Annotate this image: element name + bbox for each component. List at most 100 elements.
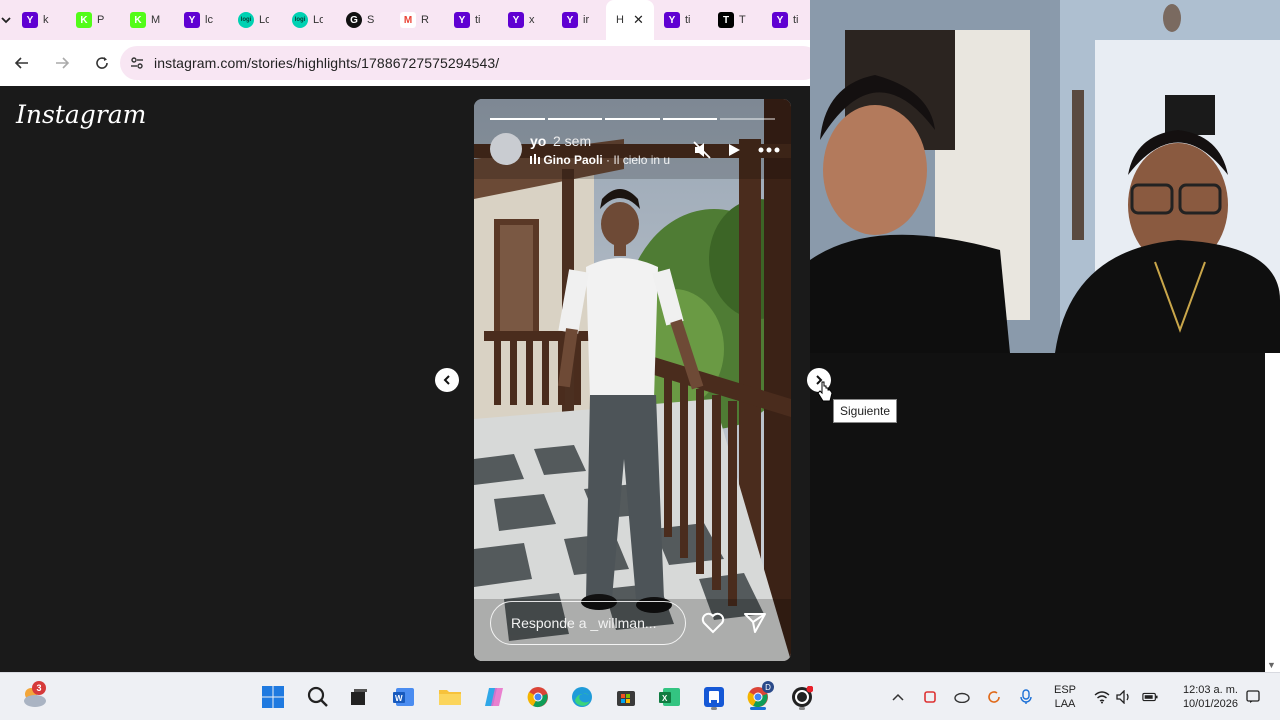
chevron-left-icon — [443, 375, 450, 385]
wifi-tray[interactable] — [1094, 689, 1110, 705]
onedrive-tray[interactable] — [954, 689, 970, 705]
store-app[interactable] — [612, 683, 640, 711]
story-viewer[interactable]: yo 2 sem Gino Paoli · Il cielo in u — [474, 99, 791, 661]
back-button[interactable] — [4, 45, 40, 81]
edge-app[interactable] — [568, 683, 596, 711]
sync-tray[interactable] — [986, 689, 1002, 705]
file-explorer-app[interactable] — [436, 683, 464, 711]
battery-icon — [1142, 692, 1158, 702]
address-url: instagram.com/stories/highlights/1788672… — [154, 55, 500, 71]
forward-button[interactable] — [44, 45, 80, 81]
tab-title: R — [421, 14, 429, 26]
start-button[interactable] — [259, 683, 287, 711]
scrollbar[interactable] — [1265, 353, 1280, 672]
browser-tab[interactable]: GS — [336, 0, 390, 40]
tab-title: lc — [205, 14, 213, 26]
browser-tab[interactable]: Yti — [762, 0, 816, 40]
tray-overflow-button[interactable] — [890, 689, 906, 705]
address-bar[interactable]: instagram.com/stories/highlights/1788672… — [120, 46, 820, 80]
tab-title: ti — [685, 14, 691, 26]
language-layout: LAA — [1054, 698, 1076, 710]
task-view-button[interactable] — [345, 683, 373, 711]
more-options-button[interactable] — [755, 137, 783, 163]
tab-favicon-icon: G — [346, 12, 362, 28]
browser-tab[interactable]: Yti — [444, 0, 498, 40]
reply-input[interactable] — [490, 601, 686, 645]
active-indicator — [750, 707, 766, 710]
notifications-button[interactable] — [1245, 689, 1261, 705]
tab-favicon-icon: Y — [184, 12, 200, 28]
mute-button[interactable] — [688, 137, 716, 163]
site-info-button[interactable] — [120, 55, 154, 71]
browser-tab[interactable]: KP — [66, 0, 120, 40]
chrome-icon — [527, 687, 548, 708]
tray-red-icon — [924, 691, 936, 703]
browser-tab[interactable]: MR — [390, 0, 444, 40]
story-song[interactable]: Gino Paoli · Il cielo in u — [530, 153, 680, 167]
scroll-down-button[interactable]: ▼ — [1267, 660, 1276, 670]
weather-badge: 3 — [32, 681, 46, 695]
browser-tab[interactable]: Yir — [552, 0, 606, 40]
browser-tab[interactable]: logi Lo — [228, 0, 282, 40]
profile-badge: D — [762, 681, 774, 693]
progress-segment — [547, 118, 603, 120]
story-photo — [474, 99, 791, 661]
microphone-tray[interactable] — [1018, 689, 1034, 705]
obs-app[interactable] — [788, 683, 816, 711]
music-bars-icon — [530, 154, 540, 164]
song-title: · Il cielo in u — [606, 153, 671, 167]
close-tab-icon[interactable]: ✕ — [633, 12, 644, 28]
browser-tab[interactable]: H ✕ — [606, 0, 654, 40]
browser-tab[interactable]: Ylc — [174, 0, 228, 40]
progress-segment — [720, 118, 775, 120]
folder-icon — [439, 690, 461, 705]
song-artist: Gino Paoli — [543, 153, 603, 167]
sync-icon — [988, 691, 1000, 703]
tray-app-icon[interactable] — [922, 689, 938, 705]
language-code: ESP — [1053, 684, 1076, 696]
tab-favicon-icon: Y — [562, 12, 578, 28]
browser-tab[interactable]: TT — [708, 0, 762, 40]
word-app[interactable]: W — [390, 683, 418, 711]
chrome-app[interactable] — [524, 683, 552, 711]
tab-title: H — [616, 14, 624, 26]
svg-text:X: X — [662, 694, 668, 703]
volume-tray[interactable] — [1116, 689, 1132, 705]
browser-tab[interactable]: Yk — [12, 0, 66, 40]
tab-search-button[interactable] — [0, 0, 12, 40]
input-language[interactable]: ESP LAA — [1050, 683, 1080, 711]
copilot-app[interactable] — [480, 683, 508, 711]
cloud-icon — [954, 692, 970, 703]
avatar[interactable] — [490, 133, 522, 165]
previous-story-button[interactable] — [435, 368, 459, 392]
arrow-right-icon — [56, 57, 70, 69]
tab-favicon-icon: K — [76, 12, 92, 28]
search-button[interactable] — [304, 683, 332, 711]
story-username[interactable]: yo — [530, 133, 546, 149]
clock[interactable]: 12:03 a. m. 10/01/2026 — [1172, 683, 1238, 711]
tab-title: M — [151, 14, 161, 26]
speaker-icon — [1116, 690, 1129, 704]
browser-toolbar: instagram.com/stories/highlights/1788672… — [0, 40, 820, 86]
browser-tab[interactable]: KM — [120, 0, 174, 40]
chrome-profile-app[interactable]: D — [744, 681, 774, 711]
instagram-logo[interactable]: Instagram — [16, 100, 146, 129]
reload-button[interactable] — [84, 45, 120, 81]
like-button[interactable] — [700, 610, 726, 636]
share-button[interactable] — [742, 610, 768, 636]
arrow-left-icon — [14, 57, 28, 69]
battery-tray[interactable] — [1142, 689, 1158, 705]
task-view-icon — [351, 689, 367, 705]
browser-tab[interactable]: Yti — [654, 0, 708, 40]
excel-app[interactable]: X — [656, 683, 684, 711]
play-button[interactable] — [720, 137, 748, 163]
browser-tab[interactable]: logi Lo — [282, 0, 336, 40]
story-footer — [490, 601, 775, 645]
microphone-icon — [1020, 689, 1032, 704]
tab-title: ti — [793, 14, 799, 26]
powerpoint-app[interactable] — [700, 683, 728, 711]
browser-tab[interactable]: Yx — [498, 0, 552, 40]
tab-favicon-icon: Y — [772, 12, 788, 28]
notification-settings-icon — [1246, 690, 1260, 703]
progress-segment — [662, 118, 718, 120]
